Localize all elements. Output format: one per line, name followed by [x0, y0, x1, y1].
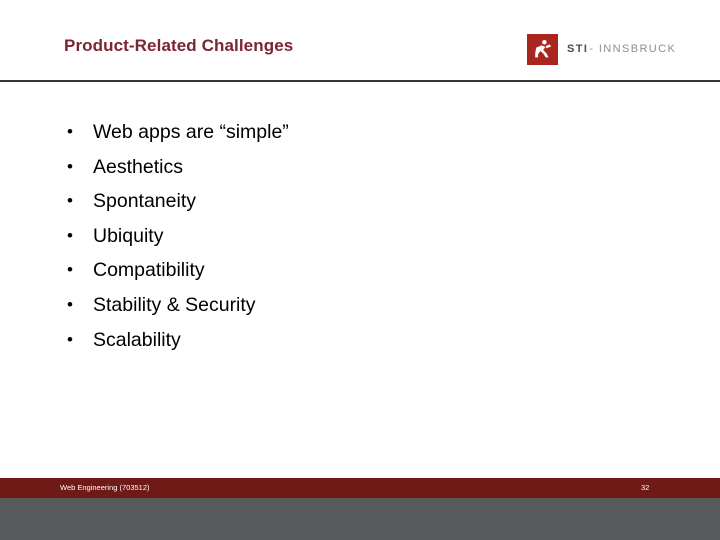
list-item-label: Spontaneity	[93, 190, 196, 213]
logo-wordmark-innsbruck: - INNSBRUCK	[589, 43, 677, 55]
slide-content-area: • Web apps are “simple” • Aesthetics • S…	[0, 82, 720, 478]
bullet-point-icon: •	[67, 260, 73, 280]
sti-innsbruck-figure-icon	[527, 33, 558, 65]
list-item: • Scalability	[64, 323, 289, 358]
footer-page-number: 32	[641, 483, 650, 492]
footer-course-label: Web Engineering (703512)	[60, 483, 150, 492]
list-item: • Spontaneity	[64, 184, 289, 219]
bullet-point-icon: •	[67, 329, 73, 349]
list-item-label: Scalability	[93, 328, 181, 351]
list-item: • Compatibility	[64, 253, 289, 288]
bullet-point-icon: •	[67, 122, 73, 141]
list-item: • Aesthetics	[64, 150, 289, 185]
bullet-point-icon: •	[67, 191, 73, 211]
list-item: • Stability & Security	[64, 288, 289, 323]
list-item: • Web apps are “simple”	[64, 115, 289, 150]
bullet-point-icon: •	[67, 156, 73, 176]
list-item-label: Ubiquity	[93, 224, 164, 247]
slide-header: Product-Related Challenges STI - INNSBRU…	[0, 0, 720, 82]
bullet-point-icon: •	[67, 294, 73, 314]
presentation-slide: Product-Related Challenges STI - INNSBRU…	[0, 0, 720, 540]
list-item-label: Stability & Security	[93, 293, 256, 316]
logo-wordmark: STI - INNSBRUCK	[567, 43, 676, 55]
list-item-label: Web apps are “simple”	[93, 121, 289, 143]
bullet-list: • Web apps are “simple” • Aesthetics • S…	[64, 115, 289, 357]
slide-footer-accent-bar	[0, 498, 720, 540]
list-item-label: Aesthetics	[93, 155, 183, 178]
list-item: • Ubiquity	[64, 219, 289, 254]
bullet-point-icon: •	[67, 225, 73, 245]
slide-footer-bar: Web Engineering (703512) 32	[0, 478, 720, 498]
page-title: Product-Related Challenges	[64, 36, 294, 55]
logo-wordmark-sti: STI	[567, 43, 589, 55]
list-item-label: Compatibility	[93, 259, 205, 282]
sti-innsbruck-logo: STI - INNSBRUCK	[527, 33, 676, 65]
